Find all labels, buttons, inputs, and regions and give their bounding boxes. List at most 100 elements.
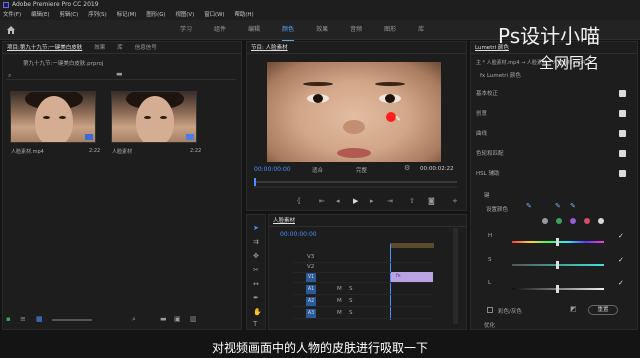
tab-project[interactable]: 项目:第九十九节:一键美白皮肤 xyxy=(7,42,82,53)
swatch-green[interactable] xyxy=(556,218,562,224)
find-icon[interactable]: ⌕ xyxy=(132,316,136,323)
monitor-scrubber[interactable] xyxy=(254,178,457,186)
type-tool-icon[interactable]: T xyxy=(253,321,257,328)
enable-checkbox[interactable] xyxy=(619,110,626,117)
play-icon[interactable]: ▶ xyxy=(353,198,358,205)
enable-checkbox[interactable] xyxy=(619,90,626,97)
workspace-tab-assembly[interactable]: 组件 xyxy=(214,20,226,41)
lightness-slider[interactable] xyxy=(512,285,604,293)
new-bin-footer-icon[interactable]: ▬ xyxy=(160,316,167,323)
color-gray-checkbox[interactable] xyxy=(487,307,493,313)
fit-dropdown[interactable]: 适合 xyxy=(312,166,323,174)
swatch-purple[interactable] xyxy=(570,218,576,224)
settings-wrench-icon[interactable]: ⚙ xyxy=(404,165,410,172)
home-icon[interactable] xyxy=(6,25,16,35)
eyedropper-subtract-icon[interactable]: ✎ xyxy=(570,203,576,210)
new-bin-icon[interactable]: ▬ xyxy=(116,71,123,78)
menu-markers[interactable]: 标记(M) xyxy=(117,10,137,20)
zoom-bar[interactable] xyxy=(254,186,457,188)
lightness-slider-knob[interactable] xyxy=(556,285,559,293)
menu-sequence[interactable]: 序列(S) xyxy=(88,10,106,20)
go-to-in-icon[interactable]: ⇤ xyxy=(319,198,325,205)
tab-program[interactable]: 节目: 人脸素材 xyxy=(251,42,288,53)
menu-file[interactable]: 文件(F) xyxy=(3,10,21,20)
lightness-check-icon[interactable]: ✓ xyxy=(618,280,624,287)
invert-mask-icon[interactable]: ◩ xyxy=(570,306,577,313)
list-view-icon[interactable]: ≡ xyxy=(20,316,26,323)
quality-dropdown[interactable]: 完整 xyxy=(356,166,367,174)
menu-window[interactable]: 窗口(W) xyxy=(204,10,224,20)
swatch-white[interactable] xyxy=(598,218,604,224)
razor-tool-icon[interactable]: ✂ xyxy=(253,267,259,274)
video-frame[interactable] xyxy=(267,62,441,162)
track-a2-label[interactable]: A2 xyxy=(306,297,316,306)
delete-icon[interactable]: ▥ xyxy=(190,316,197,323)
menu-clip[interactable]: 剪辑(C) xyxy=(60,10,79,20)
tab-effects[interactable]: 效果 xyxy=(94,42,105,53)
pen-tool-icon[interactable]: ✒ xyxy=(253,295,259,302)
mark-in-icon[interactable]: ⦃ xyxy=(296,198,301,205)
export-frame-icon[interactable]: ◙ xyxy=(428,198,435,205)
add-button-icon[interactable]: + xyxy=(452,198,458,205)
hand-tool-icon[interactable]: ✋ xyxy=(253,309,262,316)
zoom-slider[interactable] xyxy=(52,319,92,321)
lift-icon[interactable]: ⇧ xyxy=(409,198,415,205)
section-curves[interactable]: 曲线 xyxy=(476,127,626,141)
step-back-icon[interactable]: ◂ xyxy=(336,198,340,205)
saturation-check-icon[interactable]: ✓ xyxy=(618,257,624,264)
swatch-gray[interactable] xyxy=(542,218,548,224)
new-item-icon[interactable]: ▣ xyxy=(174,316,181,323)
reset-button[interactable]: 重置 xyxy=(588,305,618,315)
enable-checkbox[interactable] xyxy=(619,130,626,137)
track-a1-label[interactable]: A1 xyxy=(306,285,316,294)
menu-edit[interactable]: 编辑(E) xyxy=(31,10,49,20)
workspace-tab-graphics[interactable]: 图形 xyxy=(384,20,396,41)
program-timecode[interactable]: 00:00:00:00 xyxy=(254,166,291,173)
workspace-tab-color[interactable]: 颜色 xyxy=(282,20,295,41)
playhead[interactable] xyxy=(254,178,256,186)
mute-icon[interactable]: M xyxy=(337,286,342,292)
track-v1-label[interactable]: V1 xyxy=(306,273,316,282)
selection-tool-icon[interactable]: ➤ xyxy=(253,225,259,232)
clip-thumbnail-2[interactable] xyxy=(111,91,197,143)
mute-icon[interactable]: M xyxy=(337,298,342,304)
track-select-tool-icon[interactable]: ⇉ xyxy=(253,239,259,246)
work-area-bar[interactable] xyxy=(390,243,434,248)
eyedropper-icon[interactable]: ✎ xyxy=(526,203,532,210)
hue-slider[interactable] xyxy=(512,238,604,246)
solo-icon[interactable]: S xyxy=(349,310,353,316)
menu-graphics[interactable]: 图形(G) xyxy=(146,10,165,20)
saturation-slider[interactable] xyxy=(512,261,604,269)
hue-check-icon[interactable]: ✓ xyxy=(618,233,624,240)
clip-thumbnail-1[interactable] xyxy=(10,91,96,143)
step-forward-icon[interactable]: ▸ xyxy=(370,198,374,205)
slip-tool-icon[interactable]: ↔ xyxy=(253,281,259,288)
ripple-edit-tool-icon[interactable]: ✥ xyxy=(253,253,259,260)
section-color-wheels[interactable]: 色轮和匹配 xyxy=(476,147,626,161)
tab-libraries[interactable]: 库 xyxy=(117,42,123,53)
section-creative[interactable]: 创意 xyxy=(476,107,626,121)
section-basic-correction[interactable]: 基本校正 xyxy=(476,87,626,101)
search-icon[interactable]: ⌕ xyxy=(8,72,11,79)
workspace-tab-editing[interactable]: 编辑 xyxy=(248,20,260,41)
mute-icon[interactable]: M xyxy=(337,310,342,316)
workspace-tab-libraries[interactable]: 库 xyxy=(418,20,424,41)
workspace-tab-audio[interactable]: 音频 xyxy=(350,20,362,41)
menu-help[interactable]: 帮助(H) xyxy=(235,10,254,20)
timeline-timecode[interactable]: 00:00:00:00 xyxy=(280,231,317,238)
section-hsl-secondary[interactable]: HSL 辅助 xyxy=(476,167,626,181)
menu-view[interactable]: 视图(V) xyxy=(176,10,195,20)
write-protect-icon[interactable]: ▪ xyxy=(6,316,11,323)
tab-sequence[interactable]: 人脸素材 xyxy=(273,215,295,226)
eyedropper-add-icon[interactable]: ✎ xyxy=(555,203,561,210)
enable-checkbox[interactable] xyxy=(619,170,626,177)
icon-view-icon[interactable]: ▦ xyxy=(36,316,43,323)
solo-icon[interactable]: S xyxy=(349,286,353,292)
swatch-red[interactable] xyxy=(584,218,590,224)
saturation-slider-knob[interactable] xyxy=(556,261,559,269)
workspace-tab-learn[interactable]: 学习 xyxy=(180,20,192,41)
enable-checkbox[interactable] xyxy=(619,150,626,157)
track-a3-label[interactable]: A3 xyxy=(306,309,316,318)
hue-slider-knob[interactable] xyxy=(556,238,559,246)
tab-info[interactable]: 信息信号 xyxy=(135,42,157,53)
